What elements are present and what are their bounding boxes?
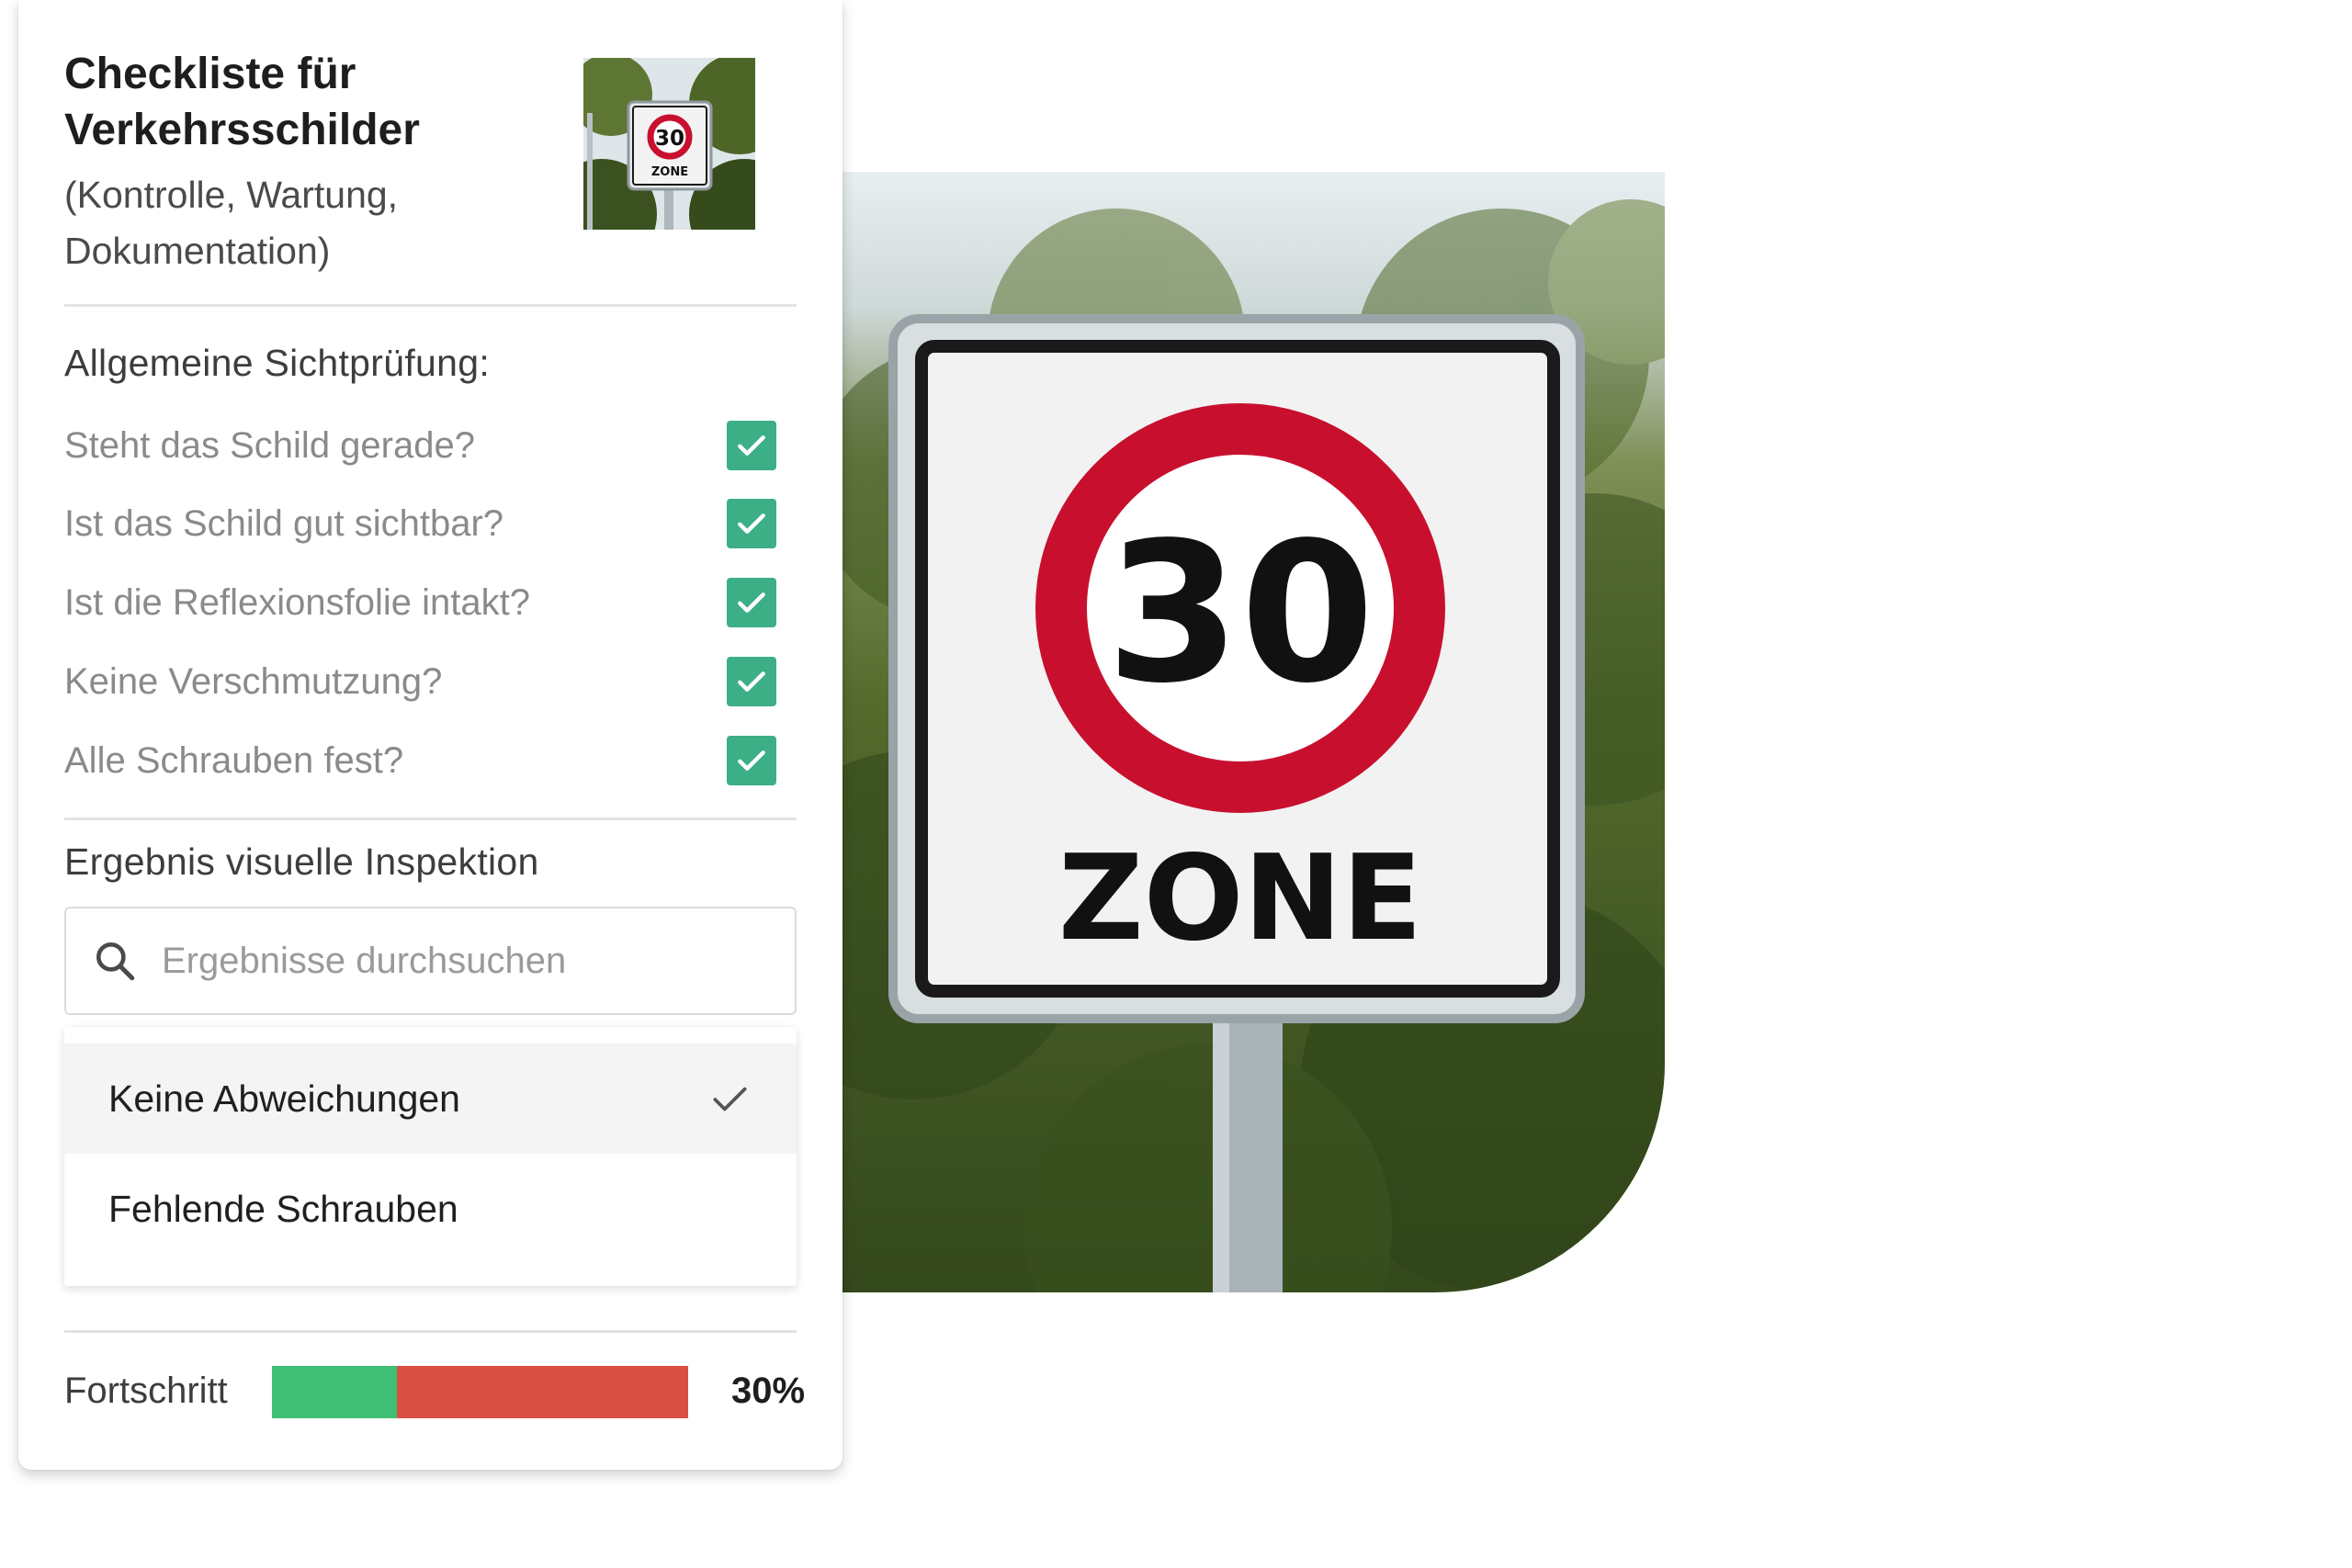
progress-bar-fill [272, 1366, 397, 1418]
checklist-item[interactable]: Ist die Reflexionsfolie intakt? [64, 575, 776, 630]
checkmark-icon [738, 671, 765, 692]
progress-value: 30% [731, 1371, 806, 1411]
thumbnail-number: 30 [655, 127, 684, 151]
result-heading: Ergebnis visuelle Inspektion [64, 840, 539, 883]
page-subtitle: (Kontrolle, Wartung, Dokumentation) [64, 174, 399, 272]
checkbox-checked[interactable] [727, 499, 776, 548]
checklist-item-label: Alle Schrauben fest? [64, 739, 404, 781]
checklist-item-label: Keine Verschmutzung? [64, 660, 443, 702]
option-label: Fehlende Schrauben [108, 1187, 458, 1230]
checkbox-checked[interactable] [727, 657, 776, 706]
sign-thumbnail: 30 ZONE [583, 58, 755, 230]
visual-check-heading: Allgemeine Sichtprüfung: [64, 342, 491, 384]
dropdown-option-selected[interactable]: Keine Abweichungen [64, 1043, 797, 1154]
progress-bar [272, 1366, 688, 1418]
checklist-item-label: Ist das Schild gut sichtbar? [64, 502, 504, 544]
checklist-item[interactable]: Steht das Schild gerade? [64, 418, 776, 473]
page-title: Checkliste für Verkehrsschilder [64, 50, 420, 154]
divider [64, 304, 797, 307]
dropdown-option[interactable]: Fehlende Schrauben [64, 1154, 797, 1264]
checklist-item-label: Steht das Schild gerade? [64, 424, 475, 466]
results-dropdown: Keine Abweichungen Fehlende Schrauben [64, 1027, 797, 1286]
checkmark-icon [738, 435, 765, 456]
checkmark-icon [738, 592, 765, 613]
results-search[interactable] [64, 907, 797, 1015]
search-icon [96, 942, 135, 981]
checkmark-icon [738, 750, 765, 771]
checklist-item[interactable]: Keine Verschmutzung? [64, 654, 776, 709]
thumbnail-illustration: 30 ZONE [583, 58, 755, 230]
sign-number: 30 [1106, 501, 1374, 726]
thumbnail-word: ZONE [651, 165, 688, 179]
photo-illustration: 30 ZONE [841, 199, 1665, 1292]
progress-label: Fortschritt [64, 1371, 228, 1411]
checklist-item-label: Ist die Reflexionsfolie intakt? [64, 581, 530, 623]
option-label: Keine Abweichungen [108, 1077, 460, 1120]
checklist-card: Checkliste für Verkehrsschilder (Kontrol… [18, 0, 842, 1470]
checkmark-icon [738, 513, 765, 534]
check-icon [713, 1087, 747, 1111]
checklist-item[interactable]: Alle Schrauben fest? [64, 733, 776, 788]
checkbox-checked[interactable] [727, 421, 776, 470]
divider [64, 818, 797, 820]
street-sign-photo: 30 ZONE [841, 172, 1665, 1292]
checkbox-checked[interactable] [727, 578, 776, 627]
sign-word: ZONE [1058, 830, 1422, 967]
checklist-item[interactable]: Ist das Schild gut sichtbar? [64, 496, 776, 551]
search-input[interactable] [160, 939, 752, 983]
divider [64, 1330, 797, 1333]
checkbox-checked[interactable] [727, 736, 776, 785]
